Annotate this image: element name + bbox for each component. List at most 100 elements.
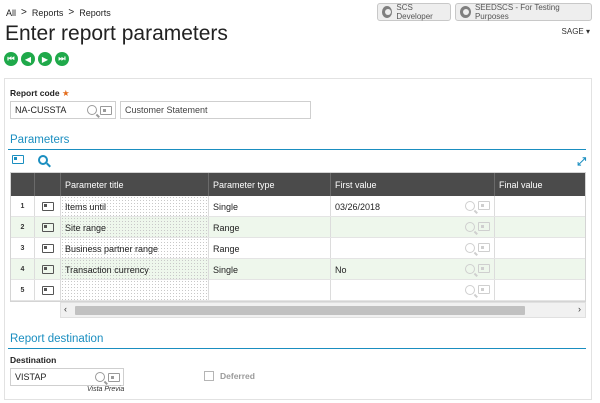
section-divider [8, 348, 586, 349]
next-record-icon[interactable]: ▶ [38, 52, 52, 66]
breadcrumb: All > Reports > Reports [6, 7, 111, 19]
report-code-value: NA-CUSSTA [15, 105, 67, 115]
detail-card-icon[interactable] [108, 372, 120, 382]
detail-card-icon[interactable] [478, 264, 490, 273]
cell-parameter-title: Business partner range [61, 238, 209, 258]
detail-card-icon[interactable] [478, 201, 490, 210]
table-row[interactable]: 5 [11, 280, 585, 301]
detail-card-icon[interactable] [478, 222, 490, 231]
developer-role-label: SCS Developer [396, 3, 433, 21]
destination-label: Destination [10, 355, 57, 365]
cell-parameter-title: Transaction currency [61, 259, 209, 279]
wrench-icon [460, 6, 471, 18]
scrollbar-thumb[interactable] [75, 306, 525, 315]
row-number: 3 [11, 238, 35, 258]
deferred-checkbox[interactable] [204, 371, 214, 381]
destination-value: VISTAP [15, 372, 47, 382]
table-row[interactable]: 4 Transaction currency Single No [11, 259, 585, 280]
column-header-first-value[interactable]: First value [331, 173, 495, 196]
column-header-final-value[interactable]: Final value [495, 173, 585, 196]
expand-icon[interactable]: ⤢ [577, 156, 586, 169]
row-detail-icon[interactable] [41, 244, 54, 253]
column-header-parameter-title[interactable]: Parameter title [61, 173, 209, 196]
cell-parameter-type[interactable] [209, 280, 331, 300]
report-code-label: Report code ★ [10, 88, 70, 98]
cell-final-value[interactable] [495, 217, 585, 237]
detail-card-icon[interactable] [478, 285, 490, 294]
grid-header-row: Parameter title Parameter type First val… [11, 173, 585, 196]
sage-menu[interactable]: SAGE ▾ [562, 27, 590, 36]
search-icon[interactable] [87, 105, 97, 115]
cell-parameter-title[interactable] [61, 280, 209, 300]
cell-first-value[interactable] [331, 280, 495, 300]
row-number: 4 [11, 259, 35, 279]
previous-record-icon[interactable]: ◀ [21, 52, 35, 66]
search-icon[interactable] [465, 201, 475, 211]
table-row[interactable]: 1 Items until Single 03/26/2018 [11, 196, 585, 217]
section-divider [8, 149, 586, 150]
row-detail-icon[interactable] [41, 286, 54, 295]
search-icon[interactable] [465, 264, 475, 274]
scroll-right-icon[interactable]: › [578, 304, 581, 314]
table-row[interactable]: 2 Site range Range [11, 217, 585, 238]
last-record-icon[interactable]: ⏭ [55, 52, 69, 66]
table-row[interactable]: 3 Business partner range Range [11, 238, 585, 259]
search-icon[interactable] [465, 285, 475, 295]
search-icon[interactable] [465, 243, 475, 253]
required-marker: ★ [61, 88, 70, 98]
record-navigation: ⏮ ◀ ▶ ⏭ [4, 52, 69, 66]
parameters-grid: Parameter title Parameter type First val… [10, 172, 586, 302]
report-description-field: Customer Statement [120, 101, 311, 119]
cell-parameter-type: Single [209, 259, 331, 279]
top-bar: All > Reports > Reports SCS Developer SE… [0, 0, 600, 24]
cell-final-value[interactable] [495, 196, 585, 216]
destination-field[interactable]: VISTAP [10, 368, 124, 386]
row-detail-icon[interactable] [41, 265, 54, 274]
row-number: 1 [11, 196, 35, 216]
breadcrumb-item-reports[interactable]: Reports [32, 8, 64, 18]
report-destination-section-title: Report destination [10, 333, 104, 345]
cell-parameter-type: Single [209, 196, 331, 216]
page-title: Enter report parameters [5, 22, 228, 45]
detail-card-icon[interactable] [12, 155, 24, 164]
cell-first-value[interactable] [331, 238, 495, 258]
row-number: 2 [11, 217, 35, 237]
folder-button[interactable]: SEEDSCS - For Testing Purposes [455, 3, 592, 21]
cell-first-value[interactable] [331, 217, 495, 237]
row-detail-icon[interactable] [41, 223, 54, 232]
deferred-option[interactable]: Deferred [204, 371, 255, 381]
breadcrumb-item-reports-current[interactable]: Reports [79, 8, 111, 18]
horizontal-scrollbar[interactable]: ‹ › [60, 302, 586, 318]
cell-final-value[interactable] [495, 259, 585, 279]
report-code-field[interactable]: NA-CUSSTA [10, 101, 116, 119]
detail-card-icon[interactable] [478, 243, 490, 252]
search-icon[interactable] [95, 372, 105, 382]
header-rownum-cell [11, 173, 35, 196]
scroll-left-icon[interactable]: ‹ [64, 304, 67, 314]
deferred-label: Deferred [220, 371, 255, 381]
cell-final-value[interactable] [495, 280, 585, 300]
row-number: 5 [11, 280, 35, 300]
first-record-icon[interactable]: ⏮ [4, 52, 18, 66]
destination-description: Vista Previa [87, 386, 125, 393]
folder-label: SEEDSCS - For Testing Purposes [474, 3, 560, 21]
cell-parameter-type: Range [209, 217, 331, 237]
breadcrumb-separator: > [68, 7, 75, 18]
detail-card-icon[interactable] [100, 105, 112, 115]
row-detail-icon[interactable] [41, 202, 54, 211]
breadcrumb-item-all[interactable]: All [6, 8, 16, 18]
cell-first-value[interactable]: 03/26/2018 [331, 196, 495, 216]
wrench-icon [382, 6, 393, 18]
search-icon[interactable] [38, 155, 48, 165]
search-icon[interactable] [465, 222, 475, 232]
breadcrumb-separator: > [21, 7, 27, 18]
header-icon-cell [35, 173, 61, 196]
cell-first-value[interactable]: No [331, 259, 495, 279]
cell-parameter-type: Range [209, 238, 331, 258]
parameters-section-title: Parameters [10, 134, 70, 146]
developer-role-button[interactable]: SCS Developer [377, 3, 451, 21]
cell-final-value[interactable] [495, 238, 585, 258]
column-header-parameter-type[interactable]: Parameter type [209, 173, 331, 196]
cell-parameter-title: Items until [61, 196, 209, 216]
grid-toolbar [12, 155, 48, 165]
